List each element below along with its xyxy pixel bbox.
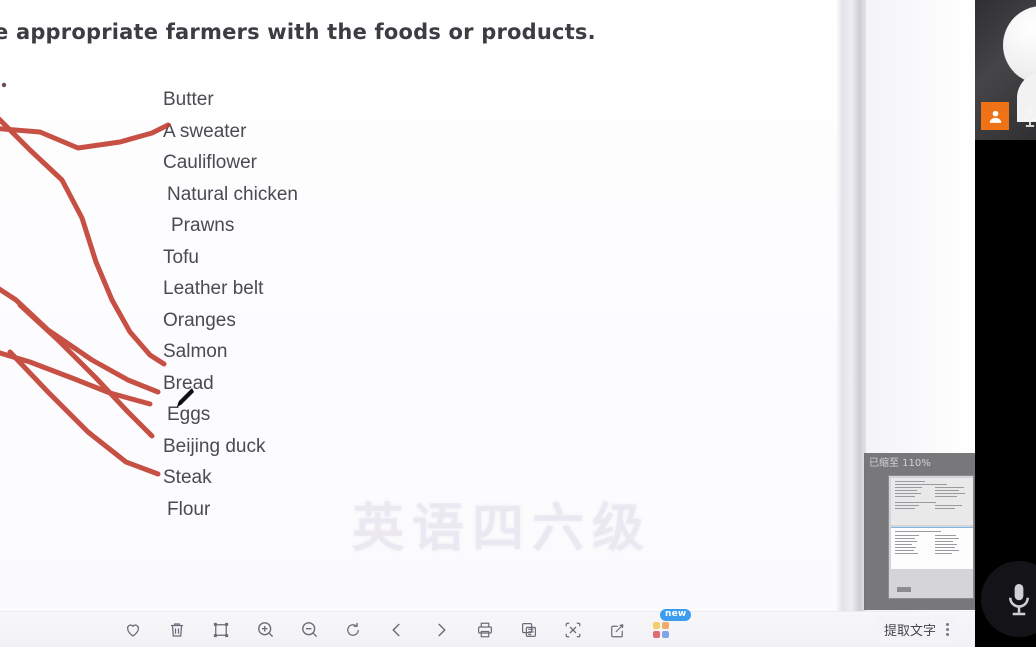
rotate-icon <box>347 622 359 636</box>
page-title: e appropriate farmers with the foods or … <box>0 20 596 44</box>
people-icon <box>989 110 1001 123</box>
heart-icon <box>127 623 139 637</box>
printer-icon <box>478 622 492 637</box>
next-page-button[interactable] <box>428 617 454 643</box>
fit-screen-button[interactable] <box>208 617 234 643</box>
new-badge: new <box>660 608 692 621</box>
zoom-level-label: 已缩至 110% <box>869 458 931 469</box>
thumbnail-lower-block <box>891 527 973 569</box>
microphone-icon <box>1023 106 1036 127</box>
list-item: Tofu <box>163 246 199 268</box>
list-item: Beijing duck <box>163 435 266 457</box>
crop-frame-icon <box>213 622 229 637</box>
list-item: Steak <box>163 467 212 488</box>
microphone-status-button[interactable] <box>1015 100 1036 132</box>
chevron-left-icon <box>392 622 400 637</box>
apps-button[interactable]: new <box>648 608 692 643</box>
page-thumbnail[interactable] <box>888 475 974 599</box>
trash-icon <box>171 622 183 637</box>
duplicate-icon <box>522 622 536 637</box>
zoom-out-button[interactable] <box>296 617 322 643</box>
list-item: Salmon <box>163 341 228 362</box>
annotate-button[interactable] <box>604 617 630 643</box>
chevron-right-icon <box>438 622 446 637</box>
grid-apps-icon <box>653 621 669 638</box>
word-list: Butter A sweater Cauliflower Natural chicke… <box>163 84 298 525</box>
zoom-in-icon <box>257 622 273 638</box>
zoom-preview-popup[interactable]: 已缩至 110% ✕ <box>864 453 975 610</box>
thumbnail-footer-mark <box>897 587 911 592</box>
avatar <box>1003 6 1036 84</box>
app-root: e appropriate farmers with the foods or … <box>0 0 1036 647</box>
rotate-button[interactable] <box>340 617 366 643</box>
list-item: Prawns <box>171 215 235 236</box>
previous-page-button[interactable] <box>384 617 410 643</box>
participants-button[interactable] <box>981 102 1009 130</box>
mic-toggle-button[interactable] <box>981 561 1036 637</box>
scan-icon <box>565 622 581 637</box>
watermark: 英语四六级 <box>352 499 653 559</box>
bottom-toolbar[interactable]: new 提取文字 <box>0 608 975 647</box>
zoom-popup-header: 已缩至 110% ✕ <box>864 453 975 470</box>
more-options-icon[interactable] <box>946 623 949 636</box>
microphone-icon <box>1009 584 1029 616</box>
edit-square-icon <box>611 623 624 637</box>
list-item: Natural chicken <box>167 183 298 205</box>
zoom-in-button[interactable] <box>252 617 278 643</box>
extract-text-label: 提取文字 <box>883 624 936 639</box>
toolbar-icon-group: new <box>120 608 692 643</box>
list-item: Leather belt <box>163 278 264 299</box>
document-viewport[interactable]: e appropriate farmers with the foods or … <box>0 0 975 647</box>
video-call-panel[interactable] <box>975 0 1036 647</box>
pen-cursor <box>177 388 194 407</box>
delete-button[interactable] <box>164 617 190 643</box>
favorite-button[interactable] <box>120 617 146 643</box>
list-item: A sweater <box>163 120 247 142</box>
thumbnail-upper-block <box>891 478 973 525</box>
print-button[interactable] <box>472 617 498 643</box>
zoom-out-icon <box>301 622 317 638</box>
list-item: Flour <box>167 498 211 520</box>
list-item: Oranges <box>163 309 236 331</box>
extract-text-chip[interactable]: 提取文字 <box>875 616 957 643</box>
list-item: Butter <box>163 89 214 110</box>
list-item: Cauliflower <box>163 152 257 173</box>
scan-select-button[interactable] <box>560 617 586 643</box>
copy-page-button[interactable] <box>516 617 542 643</box>
